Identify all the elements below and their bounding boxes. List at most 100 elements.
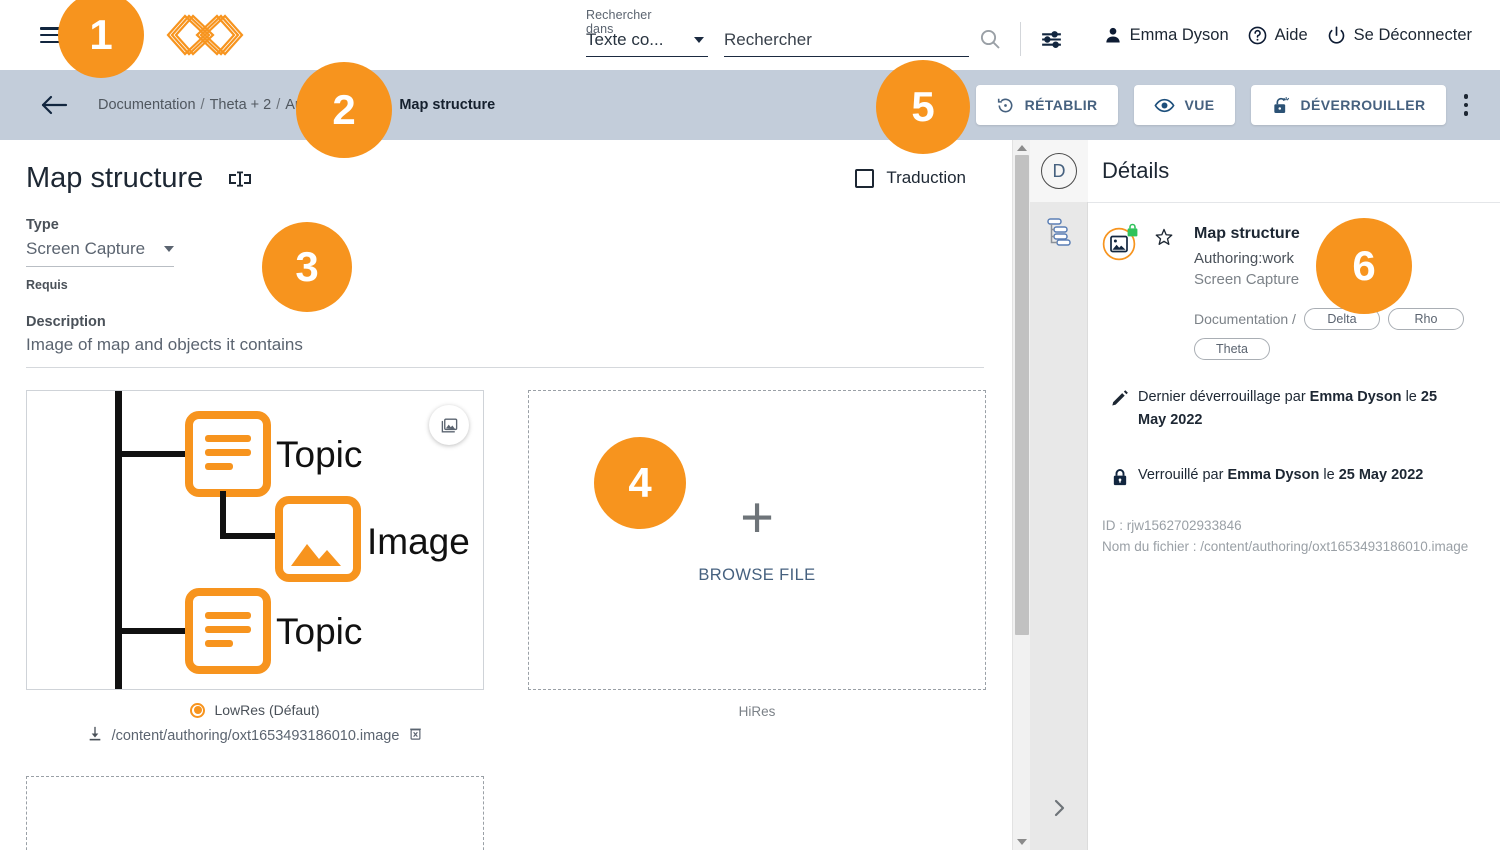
power-icon bbox=[1328, 25, 1344, 44]
eye-icon bbox=[1153, 98, 1175, 112]
lowres-radio[interactable]: LowRes (Défaut) bbox=[26, 702, 484, 718]
svg-text:Topic: Topic bbox=[276, 434, 362, 475]
type-value: Screen Capture bbox=[26, 239, 146, 258]
details-id-block: ID : rjw1562702933846 Nom du fichier : /… bbox=[1088, 516, 1500, 558]
details-path-prefix: Documentation / bbox=[1194, 311, 1296, 327]
scroll-down-icon[interactable] bbox=[1017, 839, 1027, 845]
restore-icon bbox=[997, 98, 1013, 112]
secondary-upload-dropzone[interactable] bbox=[26, 776, 484, 850]
user-menu[interactable]: Emma Dyson bbox=[1103, 25, 1229, 45]
rail-item-structure[interactable] bbox=[1030, 202, 1088, 264]
resize-horizontal-icon[interactable] bbox=[227, 170, 253, 188]
lowres-caption: LowRes (Défaut) /content/authoring/oxt16… bbox=[26, 702, 484, 746]
star-outline-icon[interactable] bbox=[1154, 227, 1174, 360]
scrollbar-thumb[interactable] bbox=[1015, 155, 1029, 635]
arrow-left-icon[interactable] bbox=[40, 94, 68, 116]
help-button[interactable]: Aide bbox=[1247, 25, 1308, 46]
breadcrumb-actions: RÉTABLIR VUE DÉVERROUILLER bbox=[975, 70, 1475, 140]
image-thumb-icon bbox=[1102, 223, 1138, 261]
type-required-note: Requis bbox=[26, 278, 68, 292]
filter-settings-icon[interactable] bbox=[1039, 27, 1064, 52]
download-icon[interactable] bbox=[87, 725, 103, 746]
unlock-label: DÉVERROUILLER bbox=[1300, 97, 1426, 113]
media-row: Topic Image Topic LowRes (Défaut) /conte… bbox=[0, 368, 1012, 746]
details-tags: Documentation / Delta Rho Theta bbox=[1194, 308, 1486, 360]
map-structure-diagram: Topic Image Topic bbox=[115, 391, 470, 689]
image-preview[interactable]: Topic Image Topic bbox=[26, 390, 484, 690]
breadcrumb-separator: / bbox=[200, 97, 205, 113]
lock-icon bbox=[1102, 464, 1138, 488]
collapse-panel-button[interactable] bbox=[1030, 788, 1088, 832]
breadcrumb-separator: / bbox=[276, 97, 281, 113]
description-field: Description Image of map and objects it … bbox=[0, 314, 1012, 368]
breadcrumb-current: Map structure bbox=[399, 97, 496, 113]
description-value[interactable]: Image of map and objects it contains bbox=[26, 330, 984, 368]
lowres-label: LowRes (Défaut) bbox=[214, 702, 320, 718]
rail-item-details[interactable]: D bbox=[1030, 140, 1088, 202]
checkbox-box[interactable] bbox=[855, 168, 875, 188]
history-lock-actor: Emma Dyson bbox=[1227, 467, 1320, 484]
tag-pill[interactable]: Theta bbox=[1194, 338, 1270, 360]
person-icon bbox=[1105, 27, 1120, 43]
history-unlock-text: Dernier déverrouillage par Emma Dyson le… bbox=[1138, 386, 1438, 432]
scroll-up-icon[interactable] bbox=[1017, 145, 1027, 151]
app-root: Rechercher dans Texte co... Rechercher E… bbox=[0, 0, 1500, 850]
history-unlock-prefix: Dernier déverrouillage par bbox=[1138, 389, 1310, 405]
lowres-file-path[interactable]: /content/authoring/oxt1653493186010.imag… bbox=[112, 728, 400, 744]
logout-button[interactable]: Se Déconnecter bbox=[1326, 25, 1472, 46]
breadcrumb-item-1[interactable]: Theta + 2 bbox=[210, 97, 272, 113]
traduction-label: Traduction bbox=[886, 168, 966, 187]
view-label: VUE bbox=[1184, 97, 1215, 113]
plus-icon: + bbox=[740, 484, 774, 550]
hires-column: + BROWSE FILE HiRes bbox=[528, 390, 986, 746]
type-select[interactable]: Screen Capture bbox=[26, 233, 174, 267]
history-lock-prefix: Verrouillé par bbox=[1138, 467, 1228, 484]
radio-selected-icon[interactable] bbox=[190, 702, 206, 718]
details-circle-icon: D bbox=[1041, 153, 1077, 189]
restore-button[interactable]: RÉTABLIR bbox=[975, 85, 1118, 125]
image-library-icon[interactable] bbox=[429, 405, 469, 445]
browse-file-label[interactable]: BROWSE FILE bbox=[698, 566, 815, 585]
view-button[interactable]: VUE bbox=[1133, 85, 1235, 125]
history-unlock-actor: Emma Dyson bbox=[1309, 389, 1402, 405]
details-title: Détails bbox=[1102, 158, 1170, 183]
svg-text:Topic: Topic bbox=[276, 611, 362, 652]
traduction-checkbox[interactable]: Traduction bbox=[855, 168, 966, 188]
unlock-icon bbox=[1273, 96, 1289, 113]
main-scrollbar[interactable] bbox=[1012, 140, 1030, 850]
breadcrumb-item-0[interactable]: Documentation bbox=[98, 97, 196, 113]
unlock-button[interactable]: DÉVERROUILLER bbox=[1250, 85, 1446, 125]
restore-label: RÉTABLIR bbox=[1024, 97, 1098, 113]
hires-upload-dropzone[interactable]: + BROWSE FILE bbox=[528, 390, 986, 690]
tag-pill[interactable]: Rho bbox=[1387, 308, 1464, 330]
help-circle-icon bbox=[1248, 26, 1266, 44]
callout-number: 2 bbox=[332, 86, 356, 133]
pencil-icon bbox=[1102, 386, 1138, 410]
chevron-down-icon bbox=[164, 246, 174, 252]
type-label: Type bbox=[26, 217, 59, 233]
chevron-right-icon bbox=[1053, 798, 1066, 823]
details-file-line: Nom du fichier : /content/authoring/oxt1… bbox=[1102, 539, 1469, 555]
search-scope-select[interactable]: Texte co... bbox=[586, 30, 708, 57]
history-lock-date: 25 May 2022 bbox=[1338, 467, 1424, 484]
type-field: Type Screen Capture Requis bbox=[0, 217, 1012, 292]
hires-caption: HiRes bbox=[738, 704, 776, 719]
callout-number: 6 bbox=[1352, 242, 1376, 289]
breadcrumb-bar: Documentation / Theta + 2 / Auc...extuel… bbox=[0, 70, 1500, 140]
more-vertical-icon[interactable] bbox=[1458, 88, 1475, 122]
page-title: Map structure bbox=[26, 162, 204, 194]
callout-badge-6: 6 bbox=[1316, 218, 1412, 314]
search-input-wrapper bbox=[724, 30, 969, 57]
brand-logo-icon[interactable] bbox=[164, 12, 246, 58]
history-row-lock: Verrouillé par Emma Dyson le 25 May 2022 bbox=[1088, 464, 1500, 488]
logout-label: Se Déconnecter bbox=[1353, 25, 1472, 44]
search-scope-value: Texte co... bbox=[586, 30, 664, 49]
green-lock-icon bbox=[1126, 223, 1139, 242]
callout-badge-3: 3 bbox=[262, 222, 352, 312]
search-icon[interactable] bbox=[978, 27, 1002, 51]
details-item-card: Map structure Authoring:work Screen Capt… bbox=[1088, 203, 1500, 360]
callout-number: 1 bbox=[89, 11, 113, 58]
search-input[interactable] bbox=[724, 30, 969, 50]
trash-icon[interactable] bbox=[408, 725, 423, 746]
rail-details-letter: D bbox=[1052, 160, 1066, 181]
